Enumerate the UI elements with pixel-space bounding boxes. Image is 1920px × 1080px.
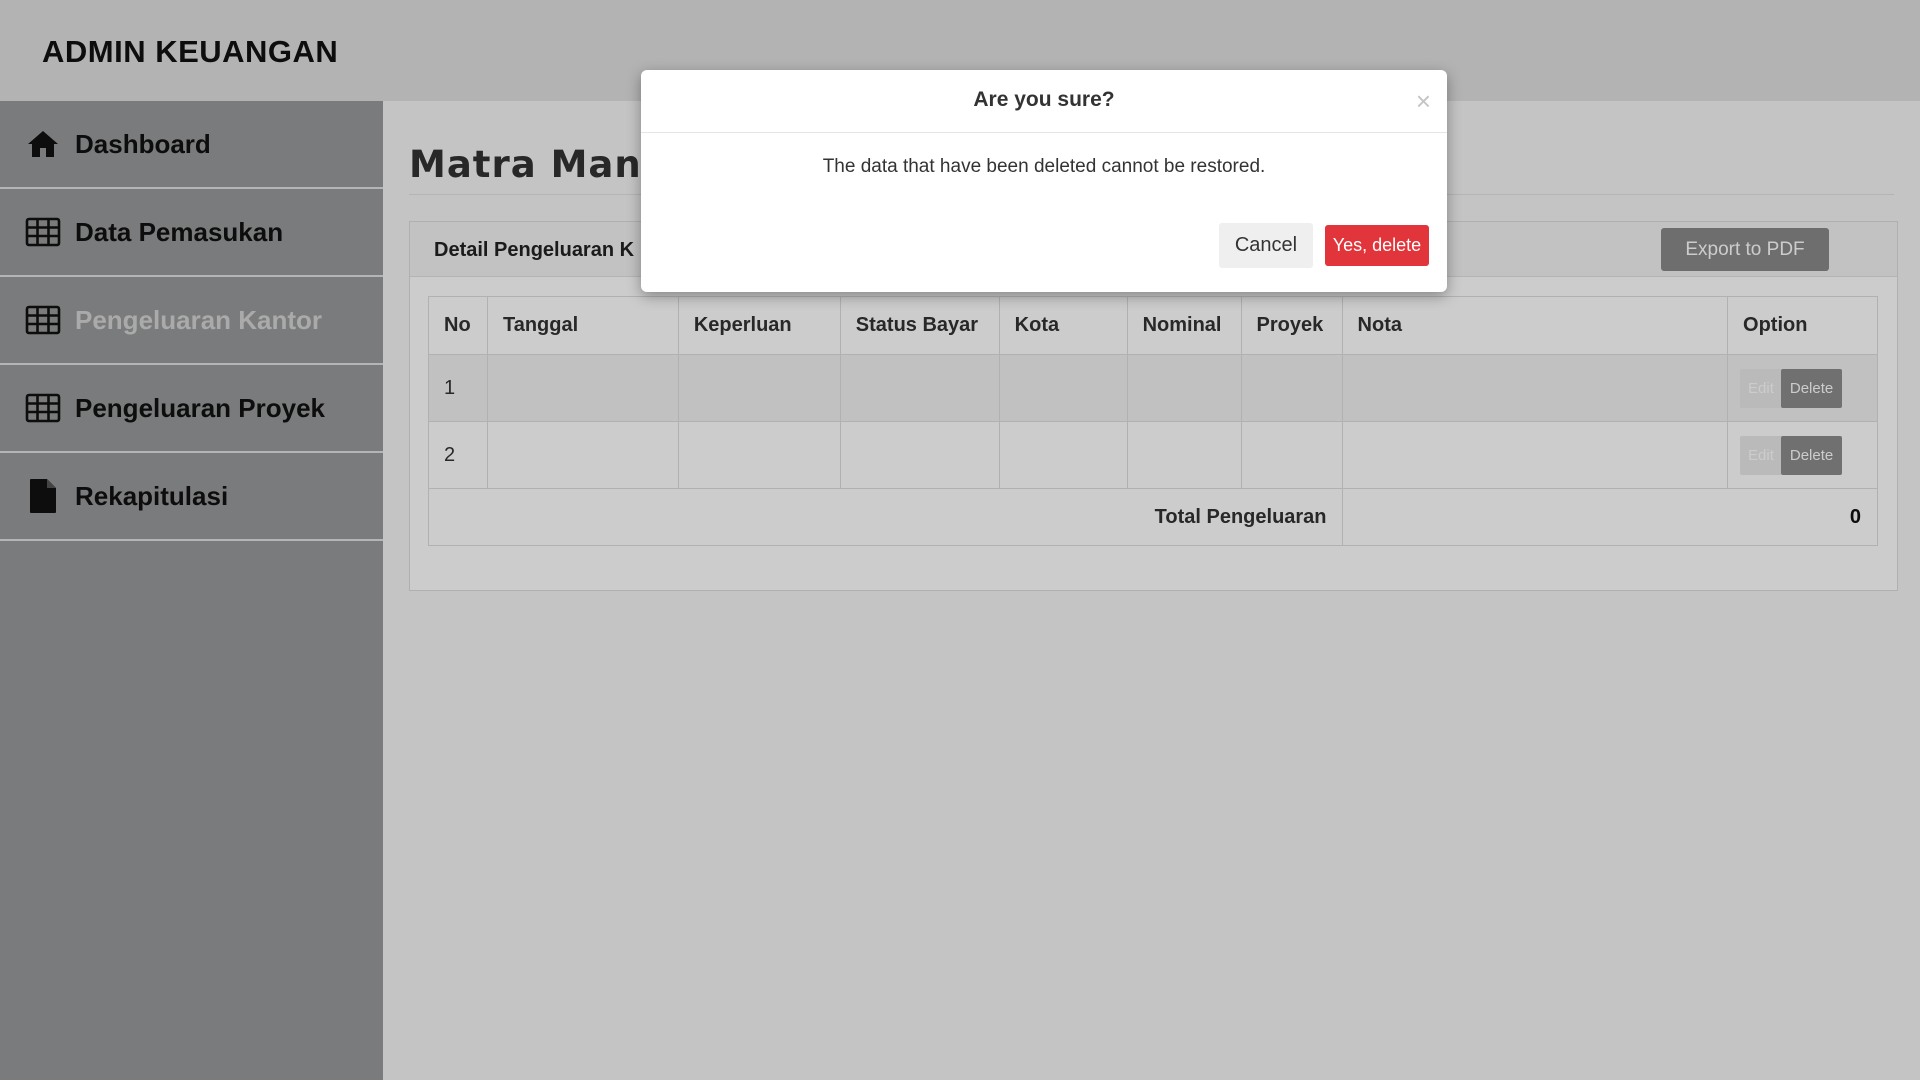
dialog-header: Are you sure? ×: [641, 70, 1447, 133]
cancel-button[interactable]: Cancel: [1219, 223, 1313, 268]
confirm-dialog: Are you sure? × The data that have been …: [641, 70, 1447, 292]
dialog-title: Are you sure?: [973, 88, 1115, 111]
dialog-footer: Cancel Yes, delete: [1219, 223, 1429, 268]
confirm-delete-button[interactable]: Yes, delete: [1325, 225, 1429, 266]
close-icon[interactable]: ×: [1416, 88, 1431, 114]
dialog-message: The data that have been deleted cannot b…: [822, 156, 1266, 177]
